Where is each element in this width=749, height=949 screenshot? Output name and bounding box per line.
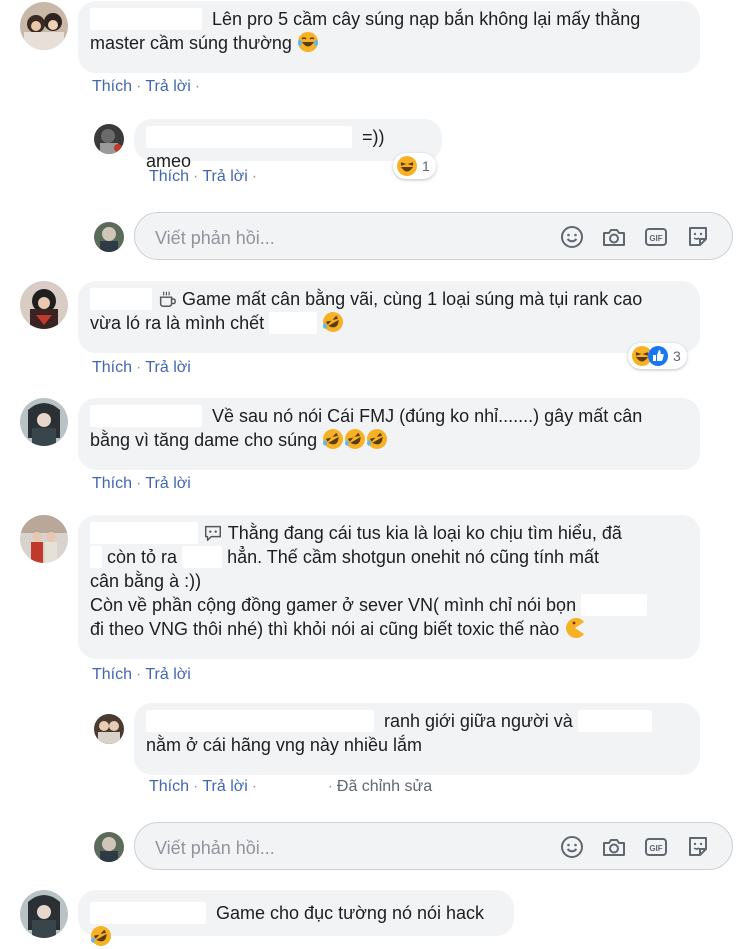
reply-link[interactable]: Trả lời [145,475,190,492]
like-link[interactable]: Thích [149,168,189,185]
haha-reaction-icon [397,156,417,176]
sticker-icon[interactable] [685,834,711,860]
comment-text: bằng vì tăng dame cho súng [90,430,318,450]
comment-actions: Thích · Trả lời [92,666,191,683]
like-reaction-icon [648,346,668,366]
comment-bubble: Lên pro 5 cầm cây súng nạp bắn không lại… [78,1,700,73]
emoji-icon[interactable] [559,834,585,860]
comment-text: ranh giới giữa người và [384,711,573,731]
avatar[interactable] [94,714,124,744]
redacted-name [269,312,318,334]
reaction-summary[interactable]: 3 [628,343,687,369]
avatar[interactable] [20,281,68,329]
gif-icon[interactable]: GIF [643,224,669,250]
like-link[interactable]: Thích [92,475,132,492]
redacted-name [90,546,102,568]
redacted-name [90,8,202,30]
redacted-name [581,594,648,616]
redacted-name [146,126,352,148]
redacted-name [90,522,198,544]
reply-composer[interactable]: GIF [134,822,733,870]
reply-actions: Thích · Trả lời · · Đã chỉnh sửa [149,778,433,796]
reply-composer[interactable]: GIF [134,212,733,260]
redacted-name [90,902,206,924]
avatar[interactable] [20,2,68,50]
comment-actions: Thích · Trả lời [92,359,191,376]
comment-text: cân bằng à :)) [90,571,202,591]
gif-icon[interactable]: GIF [643,834,669,860]
comment-text: còn tỏ ra [107,547,178,567]
svg-text:GIF: GIF [649,844,662,853]
comment-text: đi theo VNG thôi nhé) thì khỏi nói ai cũ… [90,619,560,639]
reaction-summary[interactable]: 1 [393,153,436,179]
redacted-name [182,546,223,568]
camera-icon[interactable] [601,224,627,250]
redacted-name [146,710,374,732]
like-link[interactable]: Thích [149,778,189,795]
avatar[interactable] [94,124,124,154]
reply-input[interactable] [153,225,537,251]
svg-text:GIF: GIF [649,234,662,243]
avatar[interactable] [20,890,68,938]
comment-bubble: Thằng đang cái tus kia là loại ko chịu t… [78,515,700,659]
redacted-name [90,288,152,310]
redacted-name [90,405,202,427]
comment-text: Game mất cân bằng vãi, cùng 1 loại súng … [182,289,643,309]
comment-text: master cầm súng thường [90,33,292,53]
comment-actions: Thích · Trả lời · [92,78,201,95]
speech-bubble-icon [205,525,222,541]
reply-input[interactable] [153,835,537,861]
pacman-emoji-icon [566,618,585,638]
comment-bubble: Game cho đục tường nó nói hack [78,890,514,946]
reply-link[interactable]: Trả lời [145,666,190,683]
redacted-timestamp [265,778,324,796]
comment-actions: Thích · Trả lời [92,475,191,492]
reply-link[interactable]: Trả lời [145,78,190,95]
comment-text: Lên pro 5 cầm cây súng nạp bắn không lại… [212,9,641,29]
reaction-count: 1 [422,158,430,174]
reaction-count: 3 [673,348,681,364]
reply-link[interactable]: Trả lời [202,778,247,795]
rofl-emoji-icon [323,429,344,449]
like-link[interactable]: Thích [92,666,132,683]
like-link[interactable]: Thích [92,359,132,376]
current-user-avatar [94,832,124,862]
comment-bubble: Về sau nó nói Cái FMJ (đúng ko nhỉ......… [78,398,700,470]
rofl-emoji-icon [367,429,388,449]
comment-text: Còn về phần cộng đồng gamer ở sever VN( … [90,595,577,615]
emoji-icon[interactable] [559,224,585,250]
avatar[interactable] [20,398,68,446]
comment-text: Game cho đục tường nó nói hack [216,903,485,923]
reply-bubble: ranh giới giữa người và nằm ở cái hãng v… [134,703,700,775]
like-link[interactable]: Thích [92,78,132,95]
comment-bubble: Game mất cân bằng vãi, cùng 1 loại súng … [78,281,700,353]
redacted-name [577,710,652,732]
avatar[interactable] [20,515,68,563]
sticker-icon[interactable] [685,224,711,250]
reply-link[interactable]: Trả lời [145,359,190,376]
rofl-emoji-icon [323,312,344,332]
comment-text: vừa ló ra là mình chết [90,313,265,333]
comment-text: nằm ở cái hãng vng này nhiều lắm [146,735,422,755]
comment-text: hẳn. Thế cầm shotgun onehit nó cũng tính… [227,547,600,567]
camera-icon[interactable] [601,834,627,860]
rofl-emoji-icon [345,429,366,449]
edited-label[interactable]: Đã chỉnh sửa [337,778,432,795]
rofl-emoji-icon [91,926,111,946]
coffee-emoji-icon [159,291,176,307]
current-user-avatar [94,222,124,252]
comment-text: Về sau nó nói Cái FMJ (đúng ko nhỉ......… [212,406,643,426]
reply-link[interactable]: Trả lời [202,168,247,185]
reply-actions: Thích · Trả lời · [149,168,258,185]
laughing-emoji-icon [297,32,318,52]
comment-text: Thằng đang cái tus kia là loại ko chịu t… [227,523,622,543]
